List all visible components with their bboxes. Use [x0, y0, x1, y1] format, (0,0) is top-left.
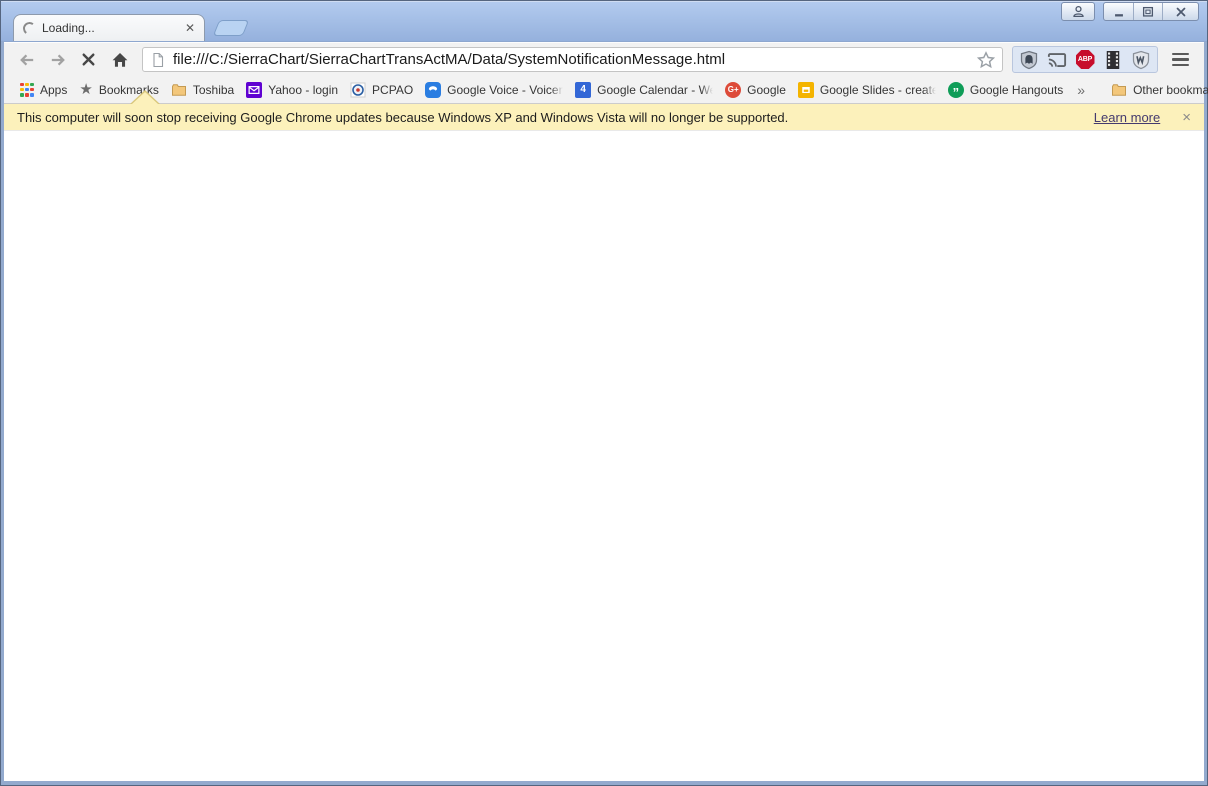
tab-title: Loading... — [42, 21, 95, 35]
hamburger-icon — [1171, 52, 1189, 56]
google-plus-icon: G+ — [725, 81, 742, 98]
webadvisor-extension-button[interactable] — [1128, 47, 1154, 72]
bookmark-label: Google Calendar - Week — [597, 82, 714, 97]
window-controls — [1061, 2, 1199, 21]
address-bar[interactable] — [142, 47, 1003, 72]
bookmark-label: Google Hangouts — [969, 82, 1064, 97]
bookmark-label: Google — [747, 82, 786, 97]
bookmark-label: PCPAO — [372, 82, 414, 97]
loading-spinner-icon — [22, 20, 37, 36]
maximize-icon — [1142, 6, 1154, 17]
page-content — [4, 131, 1204, 781]
bookmarks-overflow-chevron[interactable]: » — [1069, 82, 1093, 98]
page-icon — [153, 52, 164, 67]
tab-strip: Loading... ✕ — [13, 14, 250, 41]
bookmark-star-button[interactable] — [977, 50, 995, 69]
apps-shortcut[interactable]: Apps — [14, 79, 73, 101]
omnibox-url-input[interactable] — [173, 51, 970, 68]
other-bookmarks-button[interactable]: Other bookmarks — [1105, 79, 1208, 101]
google-calendar-icon: 4 — [575, 81, 592, 98]
back-arrow-icon — [19, 53, 33, 66]
shield-extension-button[interactable] — [1016, 47, 1042, 72]
navigation-toolbar: ABP — [4, 42, 1204, 76]
learn-more-link[interactable]: Learn more — [1094, 110, 1160, 125]
star-outline-icon — [977, 50, 995, 68]
home-button[interactable] — [106, 46, 133, 73]
google-voice-icon — [425, 81, 442, 98]
bookmark-item-toshiba[interactable]: Toshiba — [165, 79, 240, 101]
film-strip-icon — [1106, 50, 1120, 69]
browser-tab[interactable]: Loading... ✕ — [13, 14, 205, 41]
infobar-close-icon[interactable]: × — [1182, 110, 1191, 125]
webadvisor-shield-icon — [1132, 50, 1150, 69]
other-bookmarks-label: Other bookmarks — [1133, 82, 1208, 97]
stop-button[interactable] — [75, 46, 102, 73]
folder-icon — [1111, 82, 1127, 98]
browser-window: Loading... ✕ file:///C:/SierraChart/Sier… — [0, 0, 1208, 786]
bookmark-item-google-slides[interactable]: Google Slides - create an — [792, 79, 942, 101]
film-extension-button[interactable] — [1100, 47, 1126, 72]
maximize-button[interactable] — [1133, 3, 1162, 20]
shield-icon — [1020, 50, 1038, 69]
folder-icon — [171, 82, 187, 98]
bookmark-item-google[interactable]: G+ Google — [719, 79, 792, 101]
google-slides-icon — [797, 81, 814, 98]
bookmark-item-pcpao[interactable]: PCPAO — [344, 79, 419, 101]
bookmark-label: Yahoo - login — [268, 82, 339, 97]
person-icon — [1072, 5, 1084, 18]
chrome-menu-button[interactable] — [1165, 46, 1195, 73]
close-icon — [1176, 7, 1185, 16]
bookmark-item-google-hangouts[interactable]: ” Google Hangouts — [942, 79, 1069, 101]
bookmarks-star-icon: ★ — [79, 80, 93, 98]
titlebar: Loading... ✕ — [1, 1, 1207, 42]
adblock-plus-icon: ABP — [1075, 50, 1095, 69]
stop-x-icon — [82, 53, 95, 66]
google-hangouts-icon: ” — [947, 81, 964, 99]
profile-button[interactable] — [1061, 2, 1095, 21]
yahoo-mail-icon — [246, 81, 263, 98]
new-tab-button[interactable] — [212, 20, 250, 36]
apps-label: Apps — [40, 82, 68, 97]
adblock-plus-extension-button[interactable]: ABP — [1072, 47, 1098, 72]
home-icon — [112, 52, 127, 67]
bookmark-item-google-calendar[interactable]: 4 Google Calendar - Week — [569, 79, 719, 101]
forward-arrow-icon — [51, 53, 65, 66]
bookmark-label: Toshiba — [192, 82, 235, 97]
forward-button[interactable] — [44, 46, 71, 73]
tab-close-icon[interactable]: ✕ — [183, 21, 197, 35]
pcpao-favicon — [350, 82, 366, 98]
bookmark-item-yahoo-login[interactable]: Yahoo - login — [240, 79, 344, 101]
extensions-area: ABP — [1012, 46, 1158, 73]
bookmarks-bar: Apps ★ Bookmarks Toshiba Yahoo - login P… — [4, 76, 1208, 104]
infobar-message: This computer will soon stop receiving G… — [17, 109, 789, 125]
minimize-button[interactable] — [1104, 3, 1133, 20]
cast-extension-button[interactable] — [1044, 47, 1070, 72]
bookmark-item-google-voice[interactable]: Google Voice - Voicemails — [419, 79, 569, 101]
bookmark-label: Google Slides - create an — [819, 82, 936, 97]
back-button[interactable] — [13, 46, 40, 73]
minimize-icon — [1114, 13, 1123, 16]
apps-grid-icon — [20, 82, 34, 97]
cast-icon — [1047, 52, 1067, 67]
bookmark-label: Google Voice - Voicemails — [447, 82, 564, 97]
update-notification-infobar: This computer will soon stop receiving G… — [4, 90, 1204, 131]
window-button-group — [1103, 2, 1199, 21]
close-button[interactable] — [1162, 3, 1198, 20]
